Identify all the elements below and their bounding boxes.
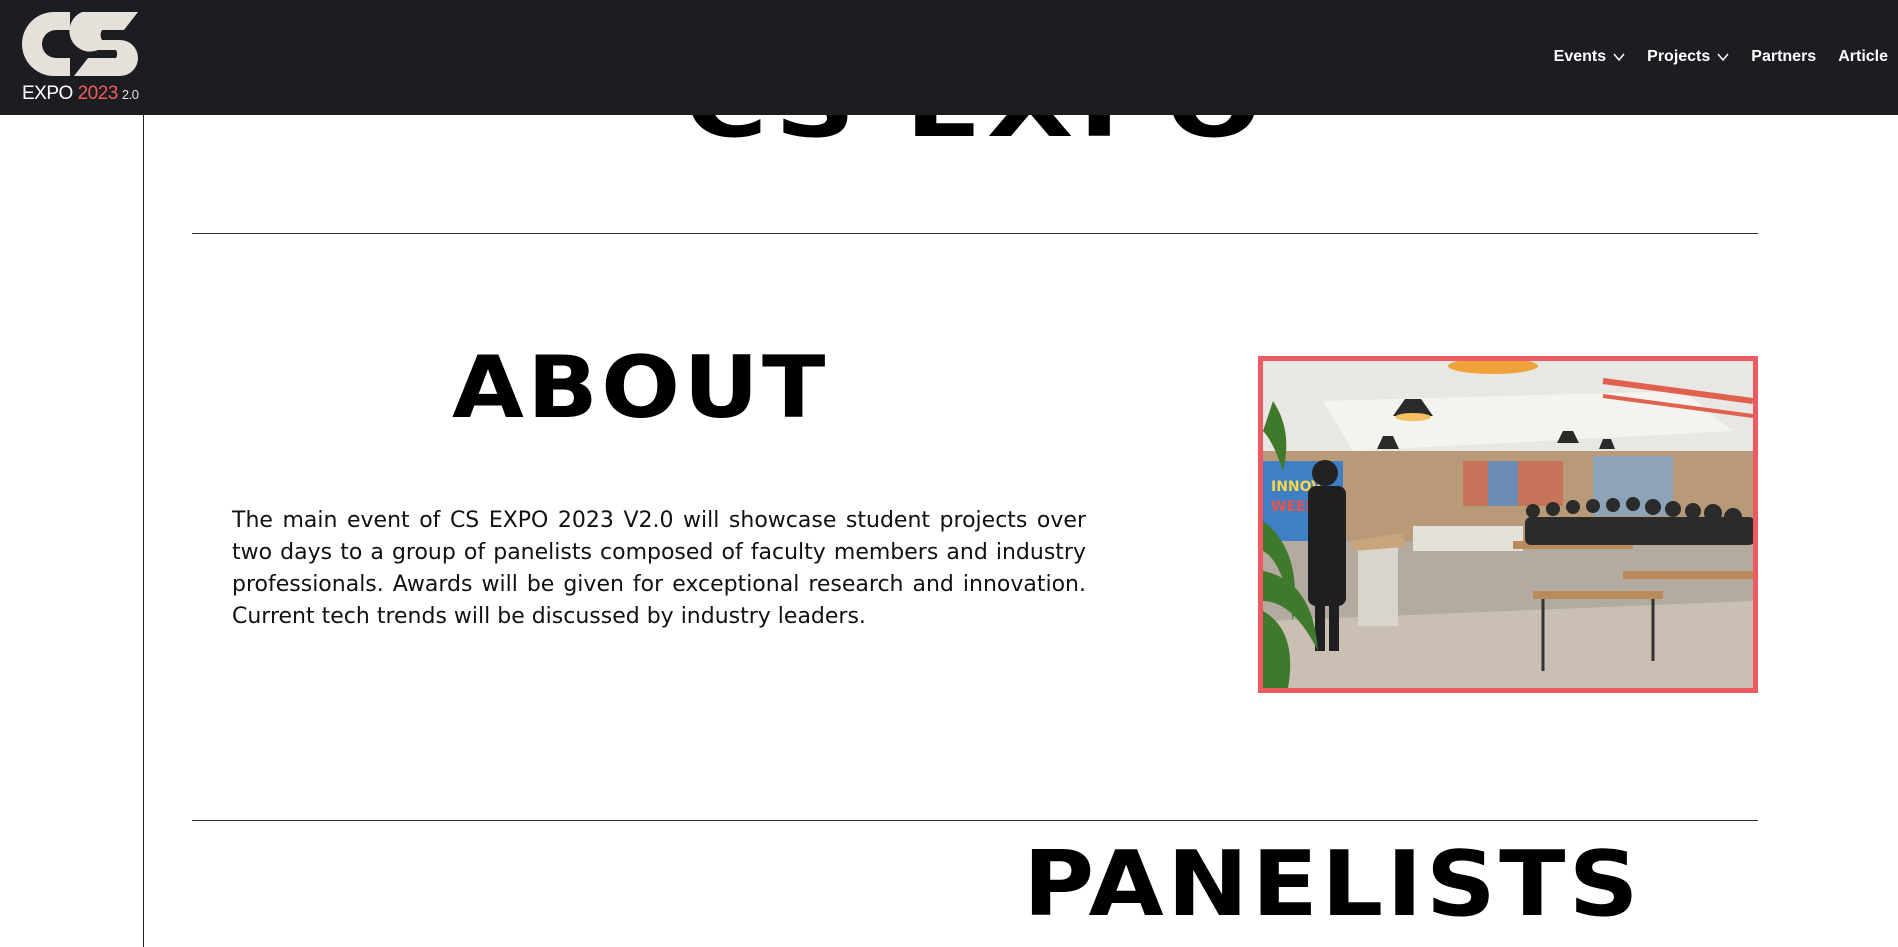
nav-projects[interactable]: Projects	[1647, 48, 1729, 66]
cs-expo-logo[interactable]: EXPO 2023 2.0	[20, 10, 150, 108]
nav-article[interactable]: Article	[1838, 48, 1888, 66]
nav-events[interactable]: Events	[1554, 48, 1625, 66]
logo-year: 2023	[77, 83, 119, 104]
about-description: The main event of CS EXPO 2023 V2.0 will…	[232, 508, 1086, 629]
nav-projects-label: Projects	[1647, 48, 1711, 65]
chevron-down-icon	[1717, 53, 1729, 62]
hero-heading: CS EXPO	[685, 115, 1267, 151]
main-nav: Events Projects Partners Article	[1532, 48, 1888, 66]
section-divider	[192, 820, 1758, 821]
left-vertical-rule	[143, 115, 144, 947]
nav-article-label: Article	[1838, 48, 1888, 65]
nav-partners-label: Partners	[1751, 48, 1817, 65]
logo-expo: EXPO	[22, 83, 73, 104]
nav-events-label: Events	[1553, 48, 1607, 65]
site-header: EXPO 2023 2.0 Events Projects Partners Ar…	[0, 0, 1898, 115]
logo-text: EXPO 2023 2.0	[22, 83, 139, 105]
hero-heading-container: CS EXPO	[600, 115, 1300, 151]
nav-partners[interactable]: Partners	[1751, 48, 1816, 66]
logo-version: 2.0	[121, 87, 139, 102]
event-photo-image: INNOV WEEK	[1263, 361, 1753, 688]
cs-logo-mark-icon	[22, 12, 138, 76]
about-title: ABOUT	[452, 338, 829, 438]
chevron-down-icon	[1613, 53, 1625, 62]
event-photo: INNOV WEEK	[1258, 356, 1758, 693]
section-divider	[192, 233, 1758, 234]
panelists-title: PANELISTS	[1023, 832, 1642, 937]
